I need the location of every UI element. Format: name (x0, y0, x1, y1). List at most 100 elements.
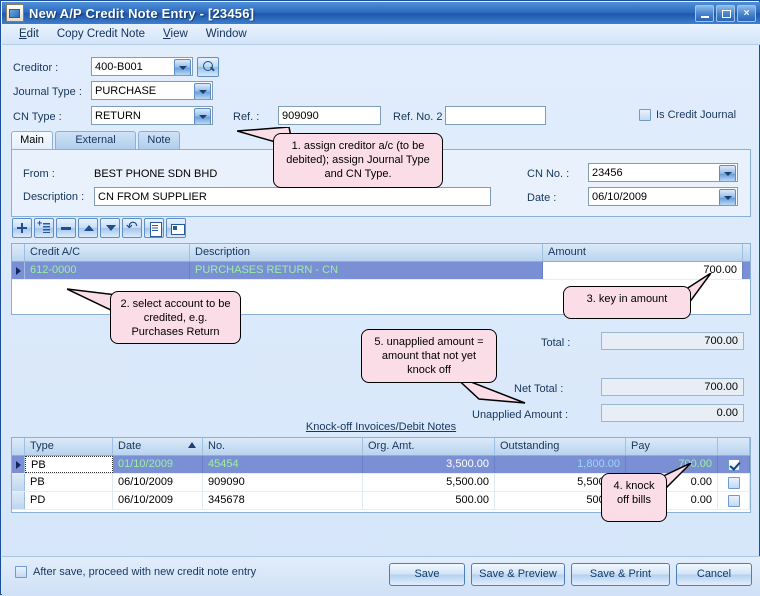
tab-main[interactable]: Main (11, 131, 53, 150)
from-value: BEST PHONE SDN BHD (94, 168, 218, 180)
cn-no-label: CN No. : (527, 168, 570, 180)
unapplied-amount-label: Unapplied Amount : (472, 409, 569, 421)
grid-row-toolbar (12, 218, 186, 238)
document-app-icon (6, 4, 24, 22)
after-save-checkbox-row[interactable]: After save, proceed with new credit note… (15, 566, 256, 578)
column-header-date[interactable]: Date (113, 438, 203, 455)
column-header-outstanding[interactable]: Outstanding (495, 438, 626, 455)
chevron-down-icon[interactable] (174, 59, 191, 75)
cell-org-amt[interactable]: 3,500.00 (363, 456, 495, 473)
ref-input[interactable]: 909090 (278, 106, 381, 125)
after-save-label: After save, proceed with new credit note… (33, 566, 257, 578)
menu-item-edit[interactable]: Edit (10, 26, 48, 42)
detail-view-button[interactable] (144, 218, 164, 238)
cell-type[interactable]: PD (25, 492, 113, 509)
column-header-amount[interactable]: Amount (543, 244, 743, 261)
menu-bar: Edit Copy Credit Note View Window (2, 24, 760, 45)
knockoff-row-checkbox[interactable] (727, 494, 740, 507)
cell-org-amt[interactable]: 500.00 (363, 492, 495, 509)
menu-item-view[interactable]: View (154, 26, 197, 42)
cell-no[interactable]: 909090 (203, 474, 363, 491)
knockoff-section-title[interactable]: Knock-off Invoices/Debit Notes (1, 421, 760, 433)
callout-step-4: 4. knock off bills (601, 473, 667, 522)
knockoff-grid-header: Type Date No. Org. Amt. Outstanding Pay (12, 438, 750, 456)
delete-row-button[interactable] (56, 218, 76, 238)
table-row[interactable]: 612-0000 PURCHASES RETURN - CN 700.00 (12, 262, 750, 280)
add-row-button[interactable] (12, 218, 32, 238)
row-marker-header (12, 438, 25, 455)
column-header-type[interactable]: Type (25, 438, 113, 455)
knockoff-row-checkbox[interactable] (727, 458, 740, 471)
description-label: Description : (23, 191, 85, 203)
column-header-date-label: Date (118, 440, 142, 452)
ref-no-2-input[interactable] (445, 106, 546, 125)
cn-type-select[interactable]: RETURN (91, 106, 213, 125)
cell-credit-ac[interactable]: 612-0000 (25, 262, 190, 279)
chevron-down-icon[interactable] (194, 108, 211, 124)
move-up-button[interactable] (78, 218, 98, 238)
cell-type[interactable]: PB (25, 474, 113, 491)
application-window: New A/P Credit Note Entry - [23456] × Ed… (0, 0, 760, 596)
menu-item-copy-credit-note[interactable]: Copy Credit Note (48, 26, 154, 42)
cell-no[interactable]: 45454 (203, 456, 363, 473)
column-header-no[interactable]: No. (203, 438, 363, 455)
cell-type[interactable]: PB (25, 456, 113, 473)
save-button[interactable]: Save (389, 563, 465, 586)
minimize-button[interactable] (695, 4, 714, 22)
cn-no-value: 23456 (592, 167, 623, 179)
journal-type-value: PURCHASE (95, 85, 157, 97)
cell-description[interactable]: PURCHASES RETURN - CN (190, 262, 543, 279)
cn-type-label: CN Type : (13, 111, 62, 123)
after-save-checkbox[interactable] (15, 566, 27, 578)
creditor-label: Creditor : (13, 62, 59, 74)
cell-date[interactable]: 06/10/2009 (113, 474, 203, 491)
cell-outstanding[interactable]: 1,800.00 (495, 456, 626, 473)
column-header-description[interactable]: Description (190, 244, 543, 261)
chevron-down-icon[interactable] (719, 165, 736, 181)
cell-select[interactable] (718, 474, 750, 491)
save-and-print-button[interactable]: Save & Print (571, 563, 670, 586)
tab-external-links[interactable]: External Links (55, 131, 136, 163)
total-value: 700.00 (601, 332, 744, 350)
column-header-org-amt[interactable]: Org. Amt. (363, 438, 495, 455)
tab-note[interactable]: Note (138, 131, 180, 150)
save-and-preview-button[interactable]: Save & Preview (471, 563, 565, 586)
column-header-credit-ac[interactable]: Credit A/C (25, 244, 190, 261)
chevron-down-icon[interactable] (194, 83, 211, 99)
close-button[interactable]: × (737, 4, 756, 22)
cn-no-input[interactable]: 23456 (588, 163, 738, 182)
journal-type-select[interactable]: PURCHASE (91, 81, 213, 100)
callout-step-1: 1. assign creditor a/c (to be debited); … (273, 133, 443, 188)
table-row[interactable]: PB 01/10/2009 45454 3,500.00 1,800.00 70… (12, 456, 750, 474)
creditor-value: 400-B001 (95, 61, 143, 73)
window-controls: × (695, 4, 756, 22)
description-input[interactable]: CN FROM SUPPLIER (94, 187, 491, 206)
is-credit-journal-checkbox[interactable] (639, 109, 651, 121)
journal-type-label: Journal Type : (13, 86, 82, 98)
callout-step-3: 3. key in amount (563, 286, 691, 319)
creditor-input[interactable]: 400-B001 (91, 57, 193, 76)
column-header-pay[interactable]: Pay (626, 438, 718, 455)
cell-org-amt[interactable]: 5,500.00 (363, 474, 495, 491)
callout-step-5: 5. unapplied amount = amount that not ye… (361, 329, 497, 383)
calendar-chevron-icon[interactable] (719, 189, 736, 205)
cancel-button[interactable]: Cancel (676, 563, 752, 586)
cn-type-value: RETURN (95, 110, 141, 122)
is-credit-journal-checkbox-row[interactable]: Is Credit Journal (639, 109, 736, 121)
from-label: From : (23, 168, 55, 180)
insert-row-button[interactable] (34, 218, 54, 238)
cell-select[interactable] (718, 492, 750, 509)
date-input[interactable]: 06/10/2009 (588, 187, 738, 206)
creditor-search-button[interactable] (197, 57, 219, 77)
undo-button[interactable] (122, 218, 142, 238)
knockoff-row-checkbox[interactable] (727, 476, 740, 489)
cell-date[interactable]: 06/10/2009 (113, 492, 203, 509)
move-down-button[interactable] (100, 218, 120, 238)
cell-no[interactable]: 345678 (203, 492, 363, 509)
is-credit-journal-label: Is Credit Journal (656, 109, 737, 121)
layout-button[interactable] (166, 218, 186, 238)
menu-item-window[interactable]: Window (197, 26, 256, 42)
maximize-button[interactable] (716, 4, 735, 22)
cell-select[interactable] (718, 456, 750, 473)
cell-date[interactable]: 01/10/2009 (113, 456, 203, 473)
